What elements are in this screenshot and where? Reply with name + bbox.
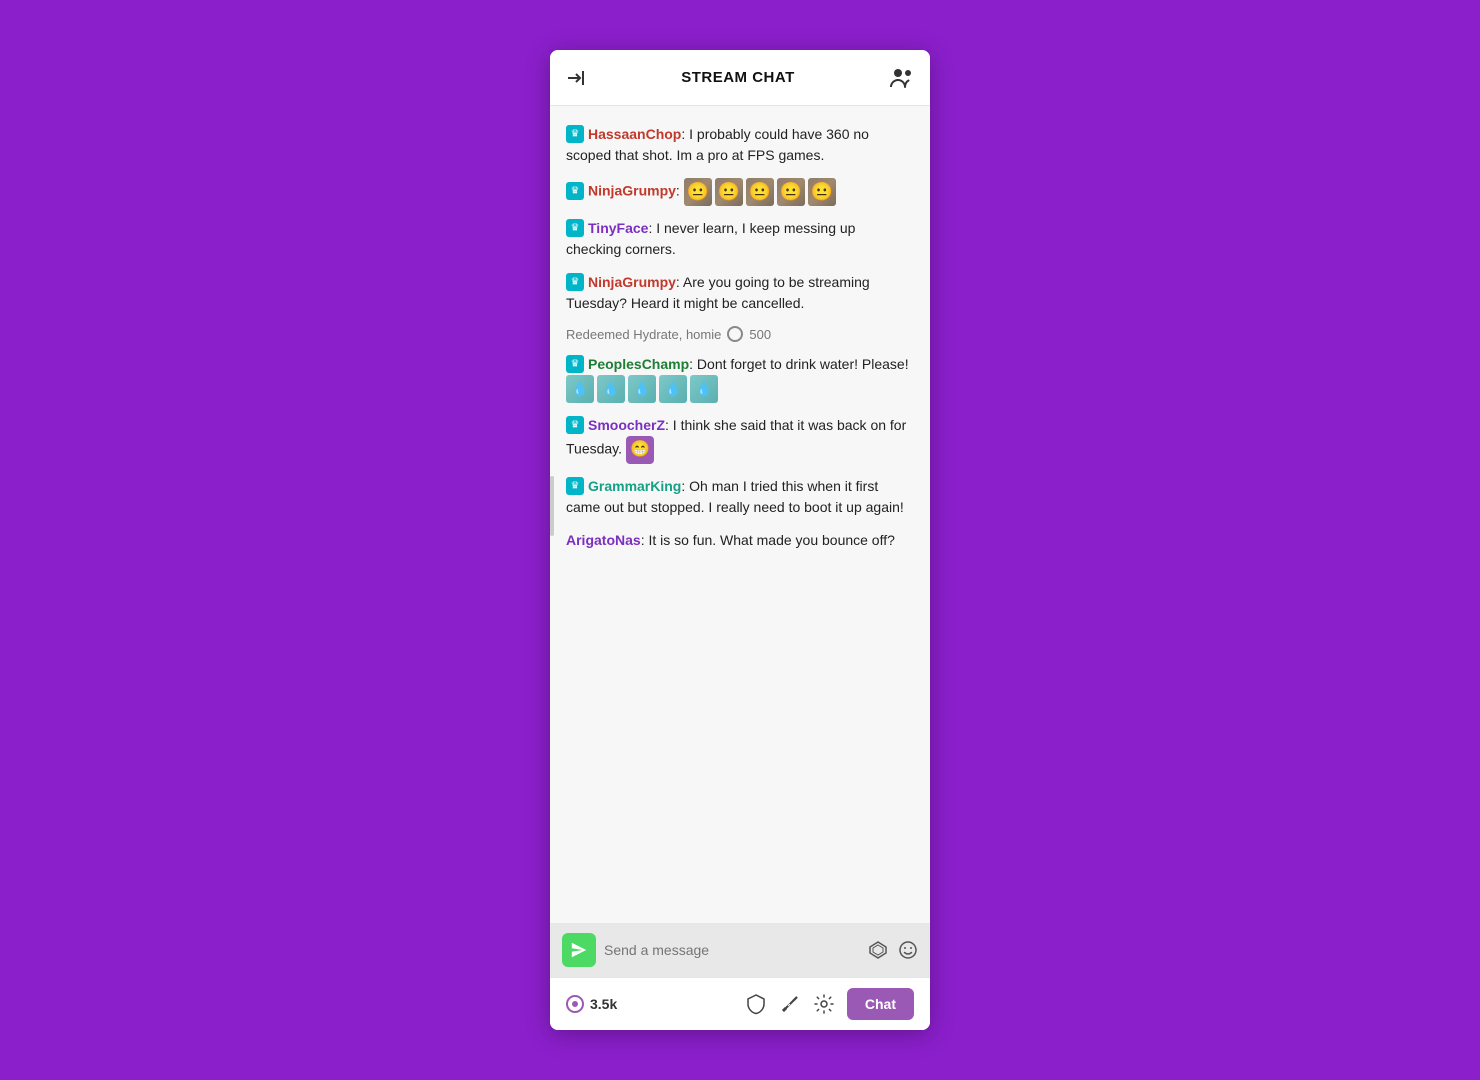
subscriber-badge	[566, 182, 584, 200]
viewer-count-text: 3.5k	[590, 996, 617, 1012]
bottom-actions: Chat	[745, 988, 914, 1020]
emote-row	[566, 375, 718, 403]
message-text: :	[676, 183, 684, 199]
redemption-points: 500	[749, 327, 771, 342]
message-row: GrammarKing: Oh man I tried this when it…	[550, 470, 930, 524]
header-title: STREAM CHAT	[681, 69, 795, 86]
scrollbar[interactable]	[550, 476, 554, 536]
message-text: : Dont forget to drink water! Please!	[689, 356, 908, 372]
bottom-bar: 3.5k Chat	[550, 977, 930, 1030]
bits-button[interactable]	[868, 940, 888, 960]
chat-header: STREAM CHAT	[550, 50, 930, 106]
emote-row	[684, 178, 836, 206]
send-button[interactable]	[562, 933, 596, 967]
username-arigato[interactable]: ArigatoNas	[566, 532, 641, 548]
chat-button[interactable]: Chat	[847, 988, 914, 1020]
users-button[interactable]	[890, 67, 914, 89]
subscriber-badge	[566, 416, 584, 434]
viewer-icon	[566, 995, 584, 1013]
collapse-button[interactable]	[566, 68, 586, 88]
redemption-row: Redeemed Hydrate, homie 500	[550, 320, 930, 348]
message-input[interactable]	[604, 942, 860, 958]
username-ninjagrumpy2[interactable]: NinjaGrumpy	[588, 274, 676, 290]
input-actions	[868, 940, 918, 960]
emote: 😁	[626, 436, 654, 464]
message-row: HassaanChop: I probably could have 360 n…	[550, 118, 930, 172]
subscriber-badge	[566, 477, 584, 495]
username-hassaanchop[interactable]: HassaanChop	[588, 126, 681, 142]
subscriber-badge	[566, 219, 584, 237]
username-ninjagrumpy[interactable]: NinjaGrumpy	[588, 183, 676, 199]
chat-panel: STREAM CHAT HassaanChop: I probably coul…	[550, 50, 930, 1030]
sword-button[interactable]	[779, 993, 801, 1015]
subscriber-badge	[566, 355, 584, 373]
viewer-count: 3.5k	[566, 995, 617, 1013]
message-row: PeoplesChamp: Dont forget to drink water…	[550, 348, 930, 409]
username-smoocherz[interactable]: SmoocherZ	[588, 417, 665, 433]
emote-button[interactable]	[898, 940, 918, 960]
coin-icon	[727, 326, 743, 342]
emote	[684, 178, 712, 206]
emote	[628, 375, 656, 403]
emote	[777, 178, 805, 206]
subscriber-badge	[566, 273, 584, 291]
message-row: ArigatoNas: It is so fun. What made you …	[550, 524, 930, 557]
emote	[690, 375, 718, 403]
emote	[715, 178, 743, 206]
subscriber-badge	[566, 125, 584, 143]
emote	[808, 178, 836, 206]
message-row: NinjaGrumpy: Are you going to be streami…	[550, 266, 930, 320]
message-text: : It is so fun. What made you bounce off…	[641, 532, 895, 548]
message-row: TinyFace: I never learn, I keep messing …	[550, 212, 930, 266]
settings-button[interactable]	[813, 993, 835, 1015]
emote	[659, 375, 687, 403]
messages-area: HassaanChop: I probably could have 360 n…	[550, 106, 930, 923]
emote	[746, 178, 774, 206]
username-tinyface[interactable]: TinyFace	[588, 220, 648, 236]
username-grammarking[interactable]: GrammarKing	[588, 478, 681, 494]
shield-button[interactable]	[745, 993, 767, 1015]
message-row: NinjaGrumpy:	[550, 172, 930, 212]
message-row: SmoocherZ: I think she said that it was …	[550, 409, 930, 470]
input-area	[550, 923, 930, 977]
emote	[566, 375, 594, 403]
username-pchamp[interactable]: PeoplesChamp	[588, 356, 689, 372]
emote	[597, 375, 625, 403]
redemption-text: Redeemed Hydrate, homie	[566, 327, 721, 342]
